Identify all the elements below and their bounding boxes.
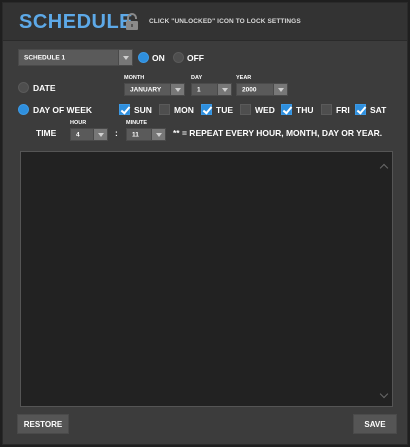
year-label: YEAR [236,75,252,81]
hour-label: HOUR [70,120,87,126]
repeat-note: ** = REPEAT EVERY HOUR, MONTH, DAY OR YE… [173,128,383,138]
chevron-down-icon[interactable] [217,84,231,95]
on-label: ON [152,53,165,63]
padlock-icon[interactable] [125,13,139,31]
sat-checkbox[interactable] [355,104,366,115]
tue-label: TUE [216,105,233,115]
date-label: DATE [33,83,56,93]
page-title: SCHEDULE [19,11,134,33]
mon-checkbox[interactable] [159,104,170,115]
save-button[interactable]: SAVE [353,414,397,434]
month-select[interactable]: JANUARY [124,83,185,96]
sun-label: SUN [134,105,152,115]
schedule-list[interactable] [20,151,393,407]
day-value: 1 [197,86,201,93]
hour-value: 4 [76,131,80,138]
scroll-down-icon[interactable] [380,392,388,400]
chevron-down-icon[interactable] [170,84,184,95]
minute-label: MINUTE [126,120,148,126]
on-radio[interactable] [138,52,149,63]
date-radio[interactable] [18,82,29,93]
lock-hint-text: CLICK "UNLOCKED" ICON TO LOCK SETTINGS [149,18,301,25]
tue-checkbox[interactable] [201,104,212,115]
sun-checkbox[interactable] [119,104,130,115]
month-label: MONTH [124,75,145,81]
panel-header: SCHEDULE CLICK "UNLOCKED" ICON TO LOCK S… [3,3,407,41]
wed-label: WED [255,105,275,115]
chevron-down-icon[interactable] [118,50,132,65]
off-radio[interactable] [173,52,184,63]
fri-checkbox[interactable] [321,104,332,115]
restore-button[interactable]: RESTORE [17,414,69,434]
scroll-up-icon[interactable] [380,162,388,170]
off-label: OFF [187,53,204,63]
thu-label: THU [296,105,314,115]
day-of-week-label: DAY OF WEEK [33,105,93,115]
thu-checkbox[interactable] [281,104,292,115]
day-select[interactable]: 1 [191,83,232,96]
schedule-select-value: SCHEDULE 1 [24,54,66,61]
day-of-week-radio[interactable] [18,104,29,115]
fri-label: FRI [336,105,350,115]
schedule-select[interactable]: SCHEDULE 1 [18,49,133,66]
year-select[interactable]: 2000 [236,83,288,96]
minute-value: 11 [132,131,139,138]
hour-select[interactable]: 4 [70,128,108,141]
sat-label: SAT [370,105,387,115]
wed-checkbox[interactable] [240,104,251,115]
time-separator: : [115,128,118,138]
time-label: TIME [36,128,57,138]
minute-select[interactable]: 11 [126,128,166,141]
month-value: JANUARY [130,86,162,93]
chevron-down-icon[interactable] [273,84,287,95]
chevron-down-icon[interactable] [151,129,165,140]
day-label: DAY [191,75,203,81]
year-value: 2000 [242,86,257,93]
schedule-panel: SCHEDULE CLICK "UNLOCKED" ICON TO LOCK S… [2,2,408,445]
mon-label: MON [174,105,194,115]
chevron-down-icon[interactable] [93,129,107,140]
